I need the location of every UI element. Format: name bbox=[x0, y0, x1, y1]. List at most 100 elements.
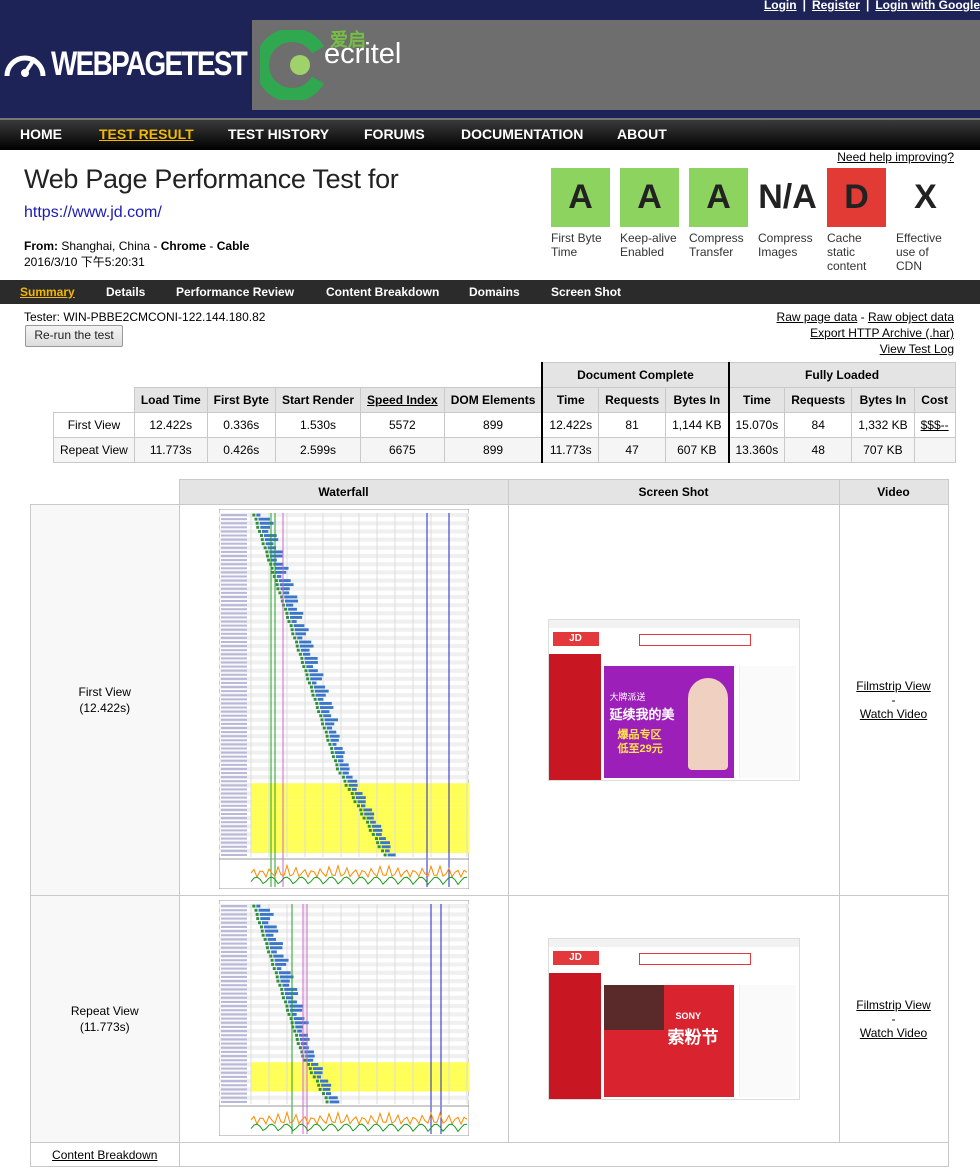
test-datetime: 2016/3/10 下午5:20:31 bbox=[24, 255, 145, 269]
cell: 47 bbox=[598, 437, 667, 463]
table-row: Repeat View 11.773s 0.426s 2.599s 6675 8… bbox=[53, 437, 956, 463]
tester-info: Tester: WIN-PBBE2CMCONI-122.144.180.82 bbox=[24, 310, 266, 324]
first-view-time: (12.422s) bbox=[79, 701, 131, 715]
tab-summary[interactable]: Summary bbox=[20, 285, 75, 299]
repeat-view-screenshot[interactable]: JD SONY 索粉节 bbox=[547, 938, 800, 1100]
grade-label: Effective use of CDN bbox=[896, 231, 942, 273]
grade-label: First Byte Time bbox=[551, 231, 602, 259]
cell: 12.422s bbox=[133, 412, 208, 438]
cell bbox=[913, 437, 956, 463]
cell: 0.426s bbox=[206, 437, 276, 463]
tab-content-breakdown[interactable]: Content Breakdown bbox=[326, 285, 439, 299]
account-links: Login | Register | Login with Google bbox=[763, 0, 980, 12]
col-header: First Byte bbox=[206, 387, 276, 413]
cell: 0.336s bbox=[206, 412, 276, 438]
col-header: Requests bbox=[784, 387, 853, 413]
content-breakdown-link[interactable]: Content Breakdown bbox=[52, 1148, 157, 1162]
grade-compress-transfer[interactable]: A bbox=[689, 168, 748, 227]
grade-label: Keep-alive Enabled bbox=[620, 231, 677, 259]
page-title: Web Page Performance Test for bbox=[24, 164, 399, 194]
nav-test-result[interactable]: TEST RESULT bbox=[99, 126, 194, 142]
grade-label: Cache static content bbox=[827, 231, 867, 273]
cell: 607 KB bbox=[665, 437, 729, 463]
tab-performance-review[interactable]: Performance Review bbox=[176, 285, 294, 299]
sponsor-logo-icon bbox=[260, 30, 325, 100]
rerun-button[interactable]: Re-run the test bbox=[25, 325, 123, 347]
row-label: Repeat View bbox=[53, 437, 135, 463]
view-test-log-link[interactable]: View Test Log bbox=[880, 342, 954, 356]
grade-compress-images[interactable]: N/A bbox=[758, 168, 817, 227]
row-label: First View bbox=[53, 412, 135, 438]
register-link[interactable]: Register bbox=[812, 0, 860, 12]
raw-data-links: Raw page data - Raw object data bbox=[776, 310, 954, 324]
filmstrip-link[interactable]: Filmstrip View bbox=[856, 679, 930, 693]
cell: 15.070s bbox=[727, 412, 786, 438]
watch-video-link[interactable]: Watch Video bbox=[860, 707, 927, 721]
cell: 84 bbox=[784, 412, 853, 438]
tab-domains[interactable]: Domains bbox=[469, 285, 520, 299]
speed-index-header[interactable]: Speed Index bbox=[360, 387, 445, 413]
nav-about[interactable]: ABOUT bbox=[617, 126, 667, 142]
grade-cdn[interactable]: X bbox=[896, 168, 955, 227]
cell: 2.599s bbox=[274, 437, 362, 463]
cell: 11.773s bbox=[133, 437, 208, 463]
grade-label: Compress Transfer bbox=[689, 231, 744, 259]
watch-video-link[interactable]: Watch Video bbox=[860, 1026, 927, 1040]
sponsor-name: ecritel bbox=[324, 38, 402, 70]
cell: 48 bbox=[784, 437, 853, 463]
col-header: Time bbox=[541, 387, 600, 413]
col-header: Bytes In bbox=[665, 387, 729, 413]
grade-first-byte[interactable]: A bbox=[551, 168, 610, 227]
cell: 899 bbox=[443, 437, 543, 463]
test-location: From: Shanghai, China - Chrome - Cable 2… bbox=[24, 239, 250, 269]
nav-documentation[interactable]: DOCUMENTATION bbox=[461, 126, 583, 142]
screenshot-header: Screen Shot bbox=[507, 479, 840, 505]
export-har-link[interactable]: Export HTTP Archive (.har) bbox=[810, 326, 954, 340]
grade-cache-static[interactable]: D bbox=[827, 168, 886, 227]
first-view-screenshot[interactable]: JD 大牌派送 延续我的美 爆品专区 低至29元 bbox=[547, 619, 800, 781]
waterfall-header: Waterfall bbox=[178, 479, 509, 505]
cell: 11.773s bbox=[541, 437, 600, 463]
cell: 1.530s bbox=[274, 412, 362, 438]
cell: 6675 bbox=[360, 437, 445, 463]
main-nav: HOME TEST RESULT TEST HISTORY FORUMS DOC… bbox=[0, 118, 980, 150]
repeat-view-label: Repeat View bbox=[70, 1004, 139, 1018]
col-header: Bytes In bbox=[851, 387, 915, 413]
tab-screen-shot[interactable]: Screen Shot bbox=[551, 285, 621, 299]
help-link[interactable]: Need help improving? bbox=[837, 150, 954, 164]
col-header: Requests bbox=[598, 387, 667, 413]
grade-keep-alive[interactable]: A bbox=[620, 168, 679, 227]
login-google-link[interactable]: Login with Google bbox=[875, 0, 980, 12]
cell: 899 bbox=[443, 412, 543, 438]
raw-object-data-link[interactable]: Raw object data bbox=[868, 310, 954, 324]
table-row: First View 12.422s 0.336s 1.530s 5572 89… bbox=[53, 412, 956, 438]
raw-page-data-link[interactable]: Raw page data bbox=[777, 310, 858, 324]
header: Login | Register | Login with Google WEBPAGE… bbox=[0, 0, 980, 118]
col-header: Time bbox=[727, 387, 786, 413]
nav-forums[interactable]: FORUMS bbox=[364, 126, 425, 142]
repeat-view-waterfall[interactable] bbox=[218, 899, 469, 1136]
login-link[interactable]: Login bbox=[764, 0, 797, 12]
cost-link[interactable]: $$$-- bbox=[913, 412, 956, 438]
cell: 5572 bbox=[360, 412, 445, 438]
tested-url[interactable]: https://www.jd.com/ bbox=[24, 204, 162, 222]
cell: 1,332 KB bbox=[851, 412, 915, 438]
result-tabs: Summary Details Performance Review Conte… bbox=[0, 280, 980, 304]
cell: 81 bbox=[598, 412, 667, 438]
cell: 1,144 KB bbox=[665, 412, 729, 438]
nav-test-history[interactable]: TEST HISTORY bbox=[228, 126, 329, 142]
filmstrip-link[interactable]: Filmstrip View bbox=[856, 998, 930, 1012]
grade-label: Compress Images bbox=[758, 231, 813, 259]
repeat-view-time: (11.773s) bbox=[79, 1020, 130, 1034]
doc-complete-header: Document Complete bbox=[541, 362, 730, 388]
webpagetest-logo[interactable]: WEBPAGETEST bbox=[3, 44, 289, 84]
views-table: Waterfall Screen Shot Video First View (1… bbox=[30, 479, 949, 1167]
sponsor-banner[interactable]: 爱启 ecritel bbox=[252, 20, 980, 110]
col-header: Start Render bbox=[274, 387, 362, 413]
nav-home[interactable]: HOME bbox=[20, 126, 62, 142]
first-view-waterfall[interactable] bbox=[218, 508, 469, 889]
col-header: DOM Elements bbox=[443, 387, 543, 413]
video-header: Video bbox=[838, 479, 949, 505]
cell: 13.360s bbox=[727, 437, 786, 463]
tab-details[interactable]: Details bbox=[106, 285, 145, 299]
